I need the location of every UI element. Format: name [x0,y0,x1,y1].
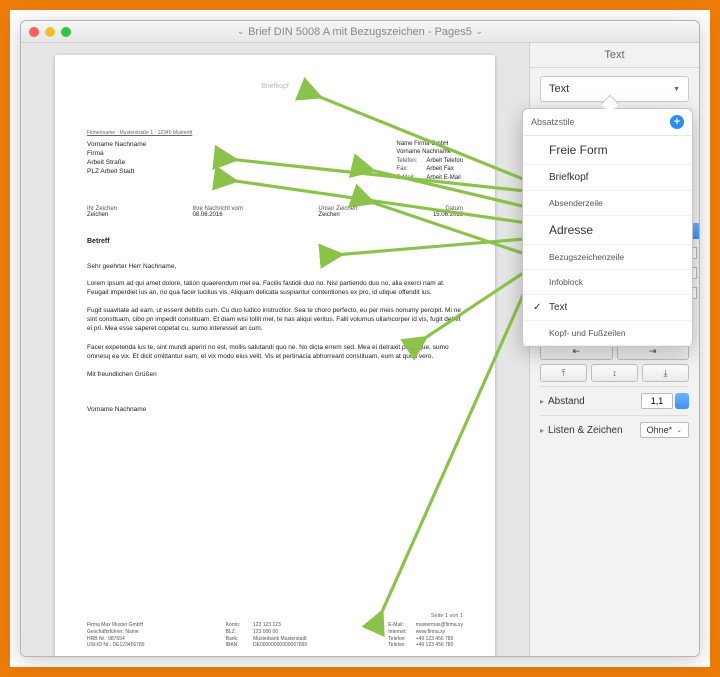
style-option[interactable]: ✓ Text [523,295,692,321]
paragraph-styles-popover: Absatzstile + Freie Form Briefkopf Absende… [522,108,693,347]
close-icon[interactable] [29,27,39,37]
style-option-label: Adresse [549,223,593,237]
popover-title: Absatzstile [531,117,575,127]
closing[interactable]: Mit freundlichen Grüßen [87,371,463,378]
spacing-input[interactable] [641,393,673,409]
page-number: Seite 1 von 1 [431,613,463,619]
recipient-street: Arbeit Straße [87,158,146,167]
recipient-block[interactable]: Vorname Nachname Firma Arbeit Straße PLZ… [87,140,146,182]
recipient-name: Vorname Nachname [87,140,146,149]
chevron-down-icon: ▼ [673,86,680,93]
title-dropdown-icon[interactable]: ⌄ [237,27,244,36]
style-option-label: Text [549,302,567,313]
contact-block[interactable]: Name Firma GmbH Vorname Nachname Telefon… [396,140,463,182]
subject[interactable]: Betreff [87,238,463,245]
window-title: Brief DIN 5008 A mit Bezugszeichen - Pag… [248,26,472,38]
traffic-lights [29,27,71,37]
lists-select[interactable]: Ohne* ⌄ [640,422,689,438]
app-window: ⌄ Brief DIN 5008 A mit Bezugszeichen - P… [20,20,700,657]
spacing-stepper[interactable] [675,393,689,409]
check-icon: ✓ [533,302,543,313]
style-option[interactable]: Infoblock [523,270,692,295]
style-option[interactable]: Briefkopf [523,165,692,191]
style-option-label: Bezugszeichenzeile [549,252,624,262]
recipient-city: PLZ Arbeit Stadt [87,167,146,176]
sender-line[interactable]: Firmenname · Musterstraße 1 · 12345 Must… [87,130,463,136]
contact-person: Vorname Nachname [396,148,463,156]
disclosure-icon[interactable]: ▸ [540,426,544,435]
reference-row[interactable]: Ihr ZeichenZeichen Ihre Nachricht vom08.… [87,206,463,218]
body-paragraph[interactable]: Facer expetenda ius te, sint mundi aperi… [87,344,463,362]
style-option[interactable]: Bezugszeichenzeile [523,245,692,270]
recipient-company: Firma [87,149,146,158]
vertical-align-group: ⤒ ↕ ⤓ [540,364,689,382]
spacing-label: Abstand [548,396,585,407]
document-canvas[interactable]: Briefkopf Firmenname · Musterstraße 1 · … [21,43,529,656]
style-option-label: Kopf- und Fußzeilen [549,328,626,338]
add-style-button[interactable]: + [670,115,684,129]
style-selector-label: Text [549,83,569,95]
valign-bottom-button[interactable]: ⤓ [642,364,689,382]
titlebar[interactable]: ⌄ Brief DIN 5008 A mit Bezugszeichen - P… [21,21,699,43]
inspector-tab-text[interactable]: Text [530,43,699,68]
page[interactable]: Briefkopf Firmenname · Musterstraße 1 · … [55,55,495,656]
body-paragraph[interactable]: Fugit suavitate ad eam, ut essent debiti… [87,307,463,333]
style-option-label: Infoblock [549,277,583,287]
paragraph-style-selector[interactable]: Text ▼ [540,76,689,102]
valign-top-button[interactable]: ⤒ [540,364,587,382]
zoom-icon[interactable] [61,27,71,37]
signature[interactable]: Vorname Nachname [87,406,463,413]
chevron-down-icon: ⌄ [676,426,682,434]
style-option[interactable]: Adresse [523,216,692,245]
lists-label: Listen & Zeichen [548,425,623,436]
letterhead[interactable]: Briefkopf [87,83,463,90]
style-option[interactable]: Absenderzeile [523,191,692,216]
inspector-panel: Text Text ▼ Ausrichtung ≡ ≡ ≡ [529,43,699,656]
contact-company: Name Firma GmbH [396,140,463,148]
style-option[interactable]: Freie Form [523,136,692,165]
style-option-label: Absenderzeile [549,198,603,208]
style-option-label: Freie Form [549,143,608,157]
disclosure-icon[interactable]: ▸ [540,397,544,406]
valign-middle-button[interactable]: ↕ [591,364,638,382]
title-caret-icon: ⌄ [476,27,483,36]
style-option[interactable]: Kopf- und Fußzeilen [523,321,692,346]
minimize-icon[interactable] [45,27,55,37]
salutation[interactable]: Sehr geehrter Herr Nachname, [87,263,463,270]
body-paragraph[interactable]: Lorem ipsum ad qui amet dolore, tation q… [87,280,463,298]
style-option-label: Briefkopf [549,172,588,183]
footer[interactable]: Firma Max Muster GmbH Geschäftsführer: N… [87,622,463,649]
